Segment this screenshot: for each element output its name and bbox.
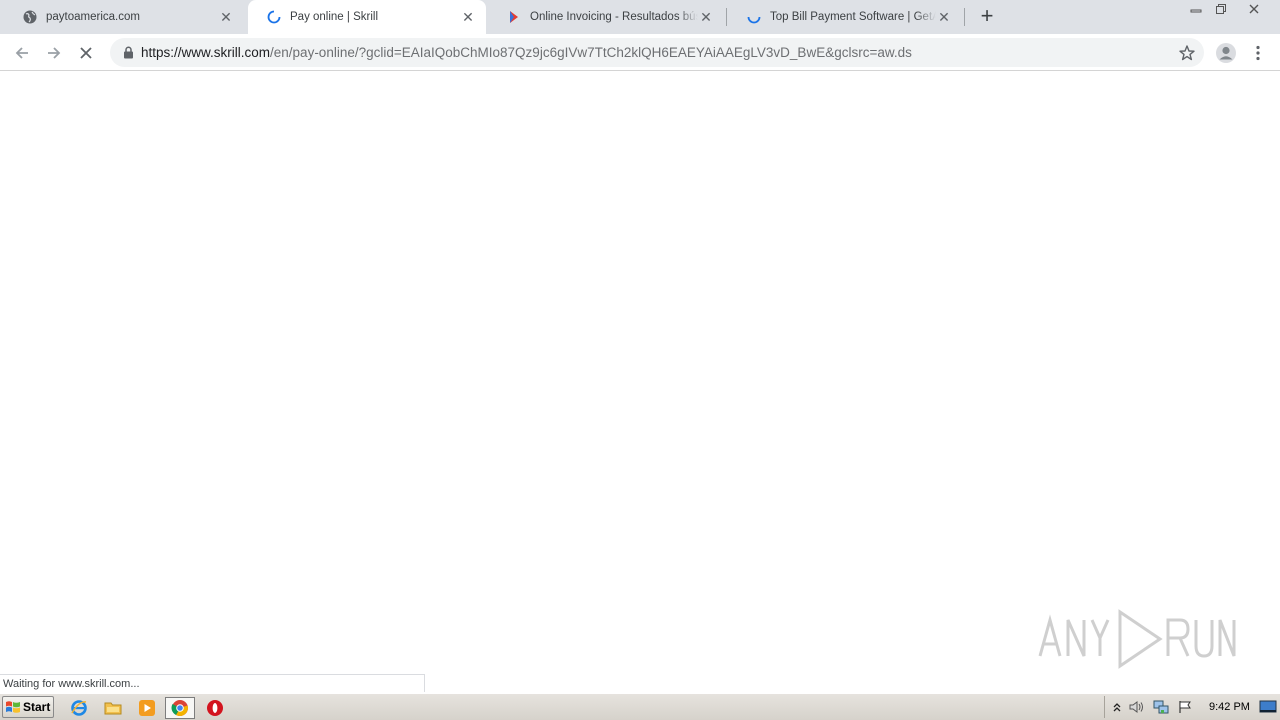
windows-logo-icon (5, 699, 21, 715)
profile-avatar-icon[interactable] (1214, 41, 1238, 65)
close-window-icon[interactable] (1240, 0, 1268, 17)
tab-title: Top Bill Payment Software | GetApp (770, 11, 936, 23)
start-button[interactable]: Start (2, 696, 54, 718)
tab-separator (726, 8, 727, 26)
tab-title: Online Invoicing - Resultados búsqueda (530, 11, 698, 23)
bookmark-star-icon[interactable] (1178, 44, 1196, 62)
tab-online-invoicing[interactable]: Online Invoicing - Resultados búsqueda ✕ (488, 0, 724, 34)
tab-paytoamerica[interactable]: paytoamerica.com ✕ (4, 0, 244, 34)
show-hidden-icons-icon[interactable] (1109, 699, 1125, 715)
media-player-icon[interactable] (136, 697, 158, 719)
back-icon[interactable] (10, 41, 34, 65)
windows-taskbar: Start 9:42 PM (0, 693, 1280, 720)
show-desktop-icon[interactable] (1258, 697, 1278, 717)
minimize-icon[interactable] (1183, 0, 1209, 17)
globe-icon (22, 9, 38, 25)
stop-loading-icon[interactable] (74, 41, 98, 65)
status-bubble: Waiting for www.skrill.com... (0, 674, 425, 692)
tab-strip: paytoamerica.com ✕ Pay online | Skrill ✕… (0, 0, 1280, 34)
tab-skrill[interactable]: Pay online | Skrill ✕ (248, 0, 486, 34)
url-host: https://www.skrill.com (141, 45, 271, 60)
anyrun-watermark-logo (1036, 606, 1236, 672)
chrome-taskbar-icon[interactable] (165, 697, 195, 719)
forward-icon[interactable] (42, 41, 66, 65)
tab-close-icon[interactable]: ✕ (460, 9, 476, 25)
network-icon[interactable] (1153, 699, 1169, 715)
file-explorer-icon[interactable] (102, 697, 124, 719)
tab-title: Pay online | Skrill (290, 11, 378, 23)
opera-icon[interactable] (204, 697, 226, 719)
tab-title: paytoamerica.com (46, 11, 140, 23)
action-center-flag-icon[interactable] (1177, 699, 1193, 715)
new-tab-button[interactable]: + (976, 5, 998, 28)
tab-close-icon[interactable]: ✕ (936, 9, 952, 25)
url-text[interactable]: https://www.skrill.com/en/pay-online/?gc… (141, 45, 912, 60)
start-label: Start (23, 700, 51, 714)
page-viewport (0, 72, 1280, 692)
volume-icon[interactable] (1129, 699, 1145, 715)
internet-explorer-icon[interactable] (68, 697, 90, 719)
search-engine-icon (506, 9, 522, 25)
taskbar-clock[interactable]: 9:42 PM (1209, 701, 1250, 713)
restore-icon[interactable] (1208, 0, 1234, 17)
url-path: /en/pay-online/?gclid=EAIaIQobChMIo87Qz9… (270, 45, 912, 60)
loading-spinner-icon (746, 9, 762, 25)
browser-toolbar: https://www.skrill.com/en/pay-online/?gc… (0, 34, 1280, 71)
loading-spinner-icon (266, 9, 282, 25)
tab-getapp[interactable]: Top Bill Payment Software | GetApp ✕ (728, 0, 962, 34)
tab-close-icon[interactable]: ✕ (698, 9, 714, 25)
tab-close-icon[interactable]: ✕ (218, 9, 234, 25)
chrome-menu-icon[interactable] (1248, 41, 1268, 65)
tab-separator (964, 8, 965, 26)
lock-icon[interactable] (120, 45, 136, 61)
address-bar[interactable]: https://www.skrill.com/en/pay-online/?gc… (110, 38, 1204, 67)
